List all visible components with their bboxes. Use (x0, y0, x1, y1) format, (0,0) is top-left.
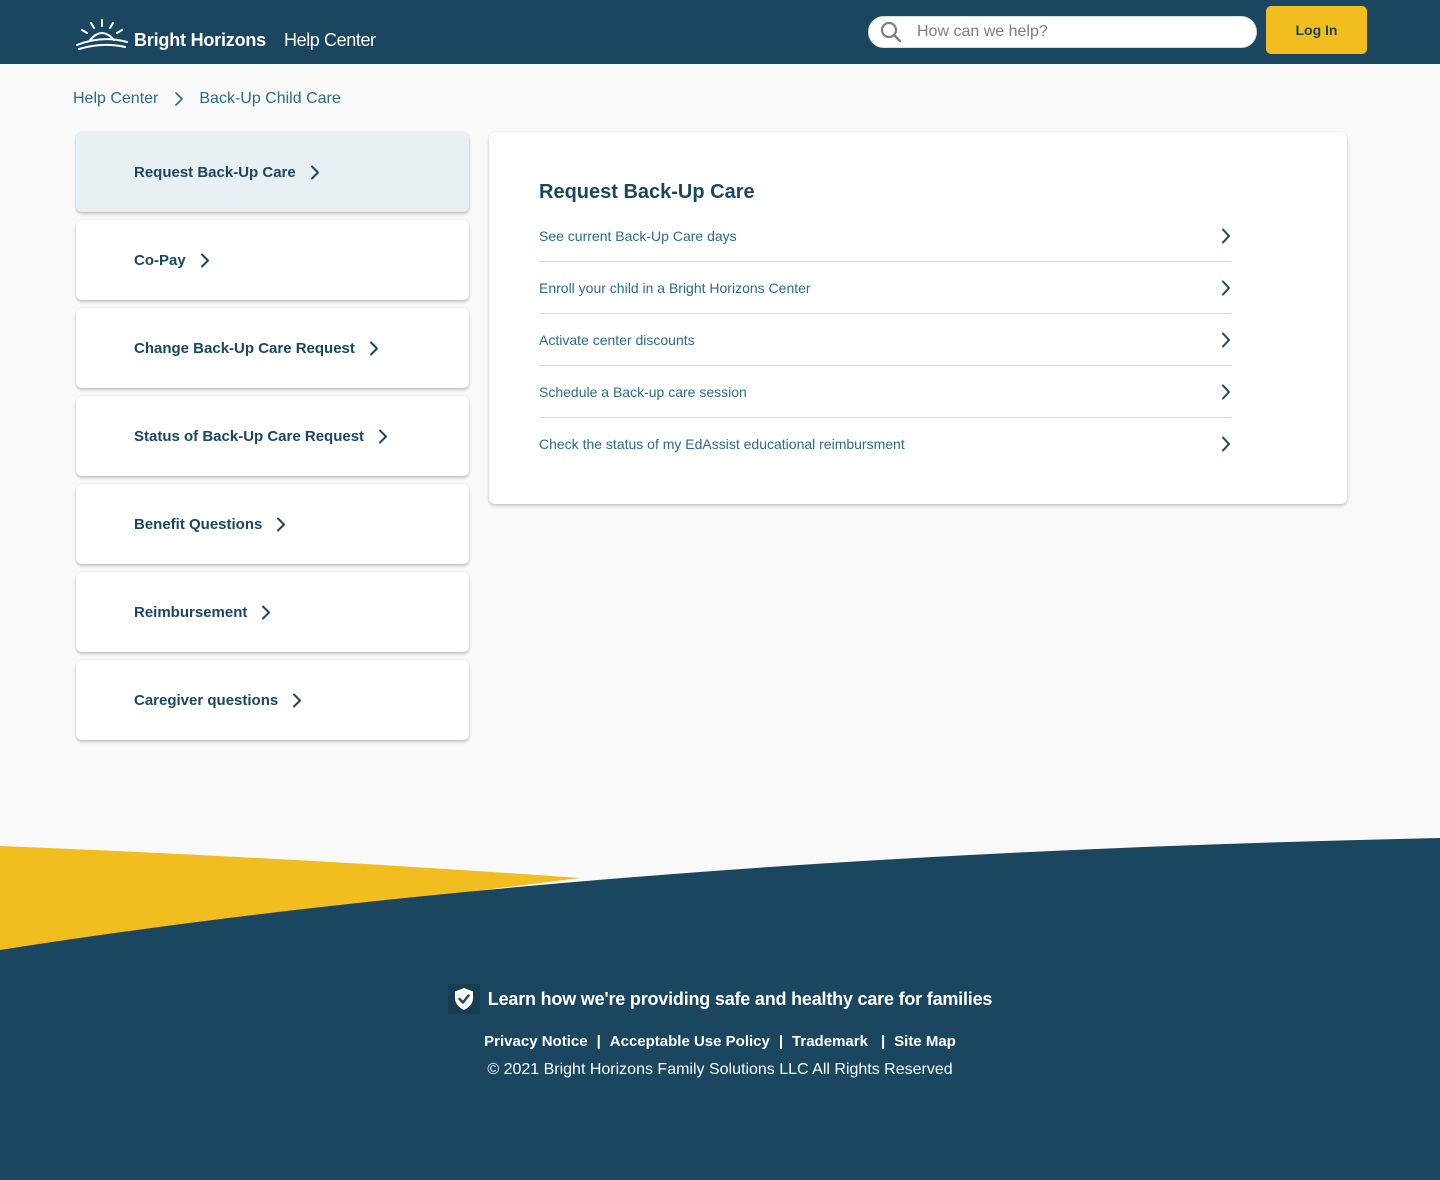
sidebar-item-label: Status of Back-Up Care Request (134, 427, 365, 445)
chevron-right-icon (310, 165, 319, 179)
chevron-right-icon (379, 429, 388, 443)
article-link-label: Enroll your child in a Bright Horizons C… (539, 279, 811, 296)
footer-links: Privacy Notice | Acceptable Use Policy |… (0, 1033, 1440, 1050)
sidebar-item-label: Reimbursement (134, 603, 248, 621)
chevron-right-icon (1222, 436, 1230, 452)
login-button[interactable]: Log In (1266, 6, 1367, 54)
sidebar-item-change-request[interactable]: Change Back-Up Care Request (76, 308, 469, 388)
link-separator: | (778, 1033, 784, 1050)
chevron-right-icon (369, 341, 378, 355)
tagline-text: Learn how we're providing safe and healt… (487, 988, 993, 1009)
sidebar-item-label: Caregiver questions (134, 691, 279, 709)
chevron-right-icon (1222, 332, 1230, 348)
copyright-text: © 2021 Bright Horizons Family Solutions … (487, 1061, 953, 1078)
shield-check-icon (447, 984, 480, 1014)
sun-horizon-icon (76, 19, 128, 50)
footer-tagline[interactable]: Learn how we're providing safe and healt… (0, 984, 1440, 1014)
chevron-right-icon (293, 693, 302, 707)
article-link-list: See current Back-Up Care days Enroll you… (539, 210, 1231, 470)
article-link[interactable]: Check the status of my EdAssist educatio… (539, 418, 1231, 470)
sidebar-item-status-request[interactable]: Status of Back-Up Care Request (76, 396, 469, 476)
sidebar-item-benefit-questions[interactable]: Benefit Questions (76, 484, 469, 564)
article-link-label: Activate center discounts (539, 331, 695, 348)
search-input[interactable] (917, 23, 1237, 41)
article-link-label: See current Back-Up Care days (539, 227, 737, 244)
link-separator: | (596, 1033, 601, 1050)
site-map-link[interactable]: Site Map (894, 1033, 956, 1050)
chevron-right-icon (277, 517, 286, 531)
chevron-right-icon (1222, 228, 1230, 244)
article-link-label: Schedule a Back-up care session (539, 383, 747, 400)
search-box[interactable] (868, 16, 1257, 48)
sidebar-item-label: Co-Pay (134, 251, 186, 269)
breadcrumb-current-link[interactable]: Back-Up Child Care (199, 90, 340, 108)
topic-panel: Request Back-Up Care See current Back-Up… (489, 132, 1347, 504)
sidebar-item-request-back-up-care[interactable]: Request Back-Up Care (76, 132, 469, 212)
acceptable-use-policy-link[interactable]: Acceptable Use Policy (610, 1033, 770, 1050)
article-link[interactable]: Activate center discounts (539, 314, 1231, 366)
article-link[interactable]: Schedule a Back-up care session (539, 366, 1231, 418)
site-header: Bright Horizons Help Center Log In (0, 0, 1440, 64)
chevron-right-icon (262, 605, 271, 619)
chevron-right-icon (175, 92, 184, 106)
privacy-notice-link[interactable]: Privacy Notice (484, 1033, 587, 1050)
breadcrumb-home-link[interactable]: Help Center (73, 90, 158, 108)
link-separator: | (880, 1033, 886, 1050)
sidebar-item-label: Benefit Questions (134, 515, 263, 533)
sidebar-item-co-pay[interactable]: Co-Pay (76, 220, 469, 300)
trademark-link[interactable]: Trademark (792, 1033, 868, 1050)
chevron-right-icon (1222, 384, 1230, 400)
chevron-right-icon (200, 253, 209, 267)
article-link[interactable]: Enroll your child in a Bright Horizons C… (539, 262, 1231, 314)
search-icon (880, 21, 902, 43)
sidebar-item-label: Change Back-Up Care Request (134, 339, 355, 357)
article-link[interactable]: See current Back-Up Care days (539, 210, 1231, 262)
section-name: Help Center (284, 30, 376, 50)
sidebar-item-caregiver-questions[interactable]: Caregiver questions (76, 660, 469, 740)
article-link-label: Check the status of my EdAssist educatio… (539, 436, 905, 452)
panel-title: Request Back-Up Care (539, 181, 755, 203)
sidebar-item-label: Request Back-Up Care (134, 163, 296, 181)
breadcrumb: Help Center Back-Up Child Care (73, 88, 341, 110)
sidebar-item-reimbursement[interactable]: Reimbursement (76, 572, 469, 652)
brand-logo[interactable]: Bright Horizons Help Center (75, 16, 376, 50)
brand-name: Bright Horizons (134, 30, 266, 50)
chevron-right-icon (1222, 280, 1230, 296)
